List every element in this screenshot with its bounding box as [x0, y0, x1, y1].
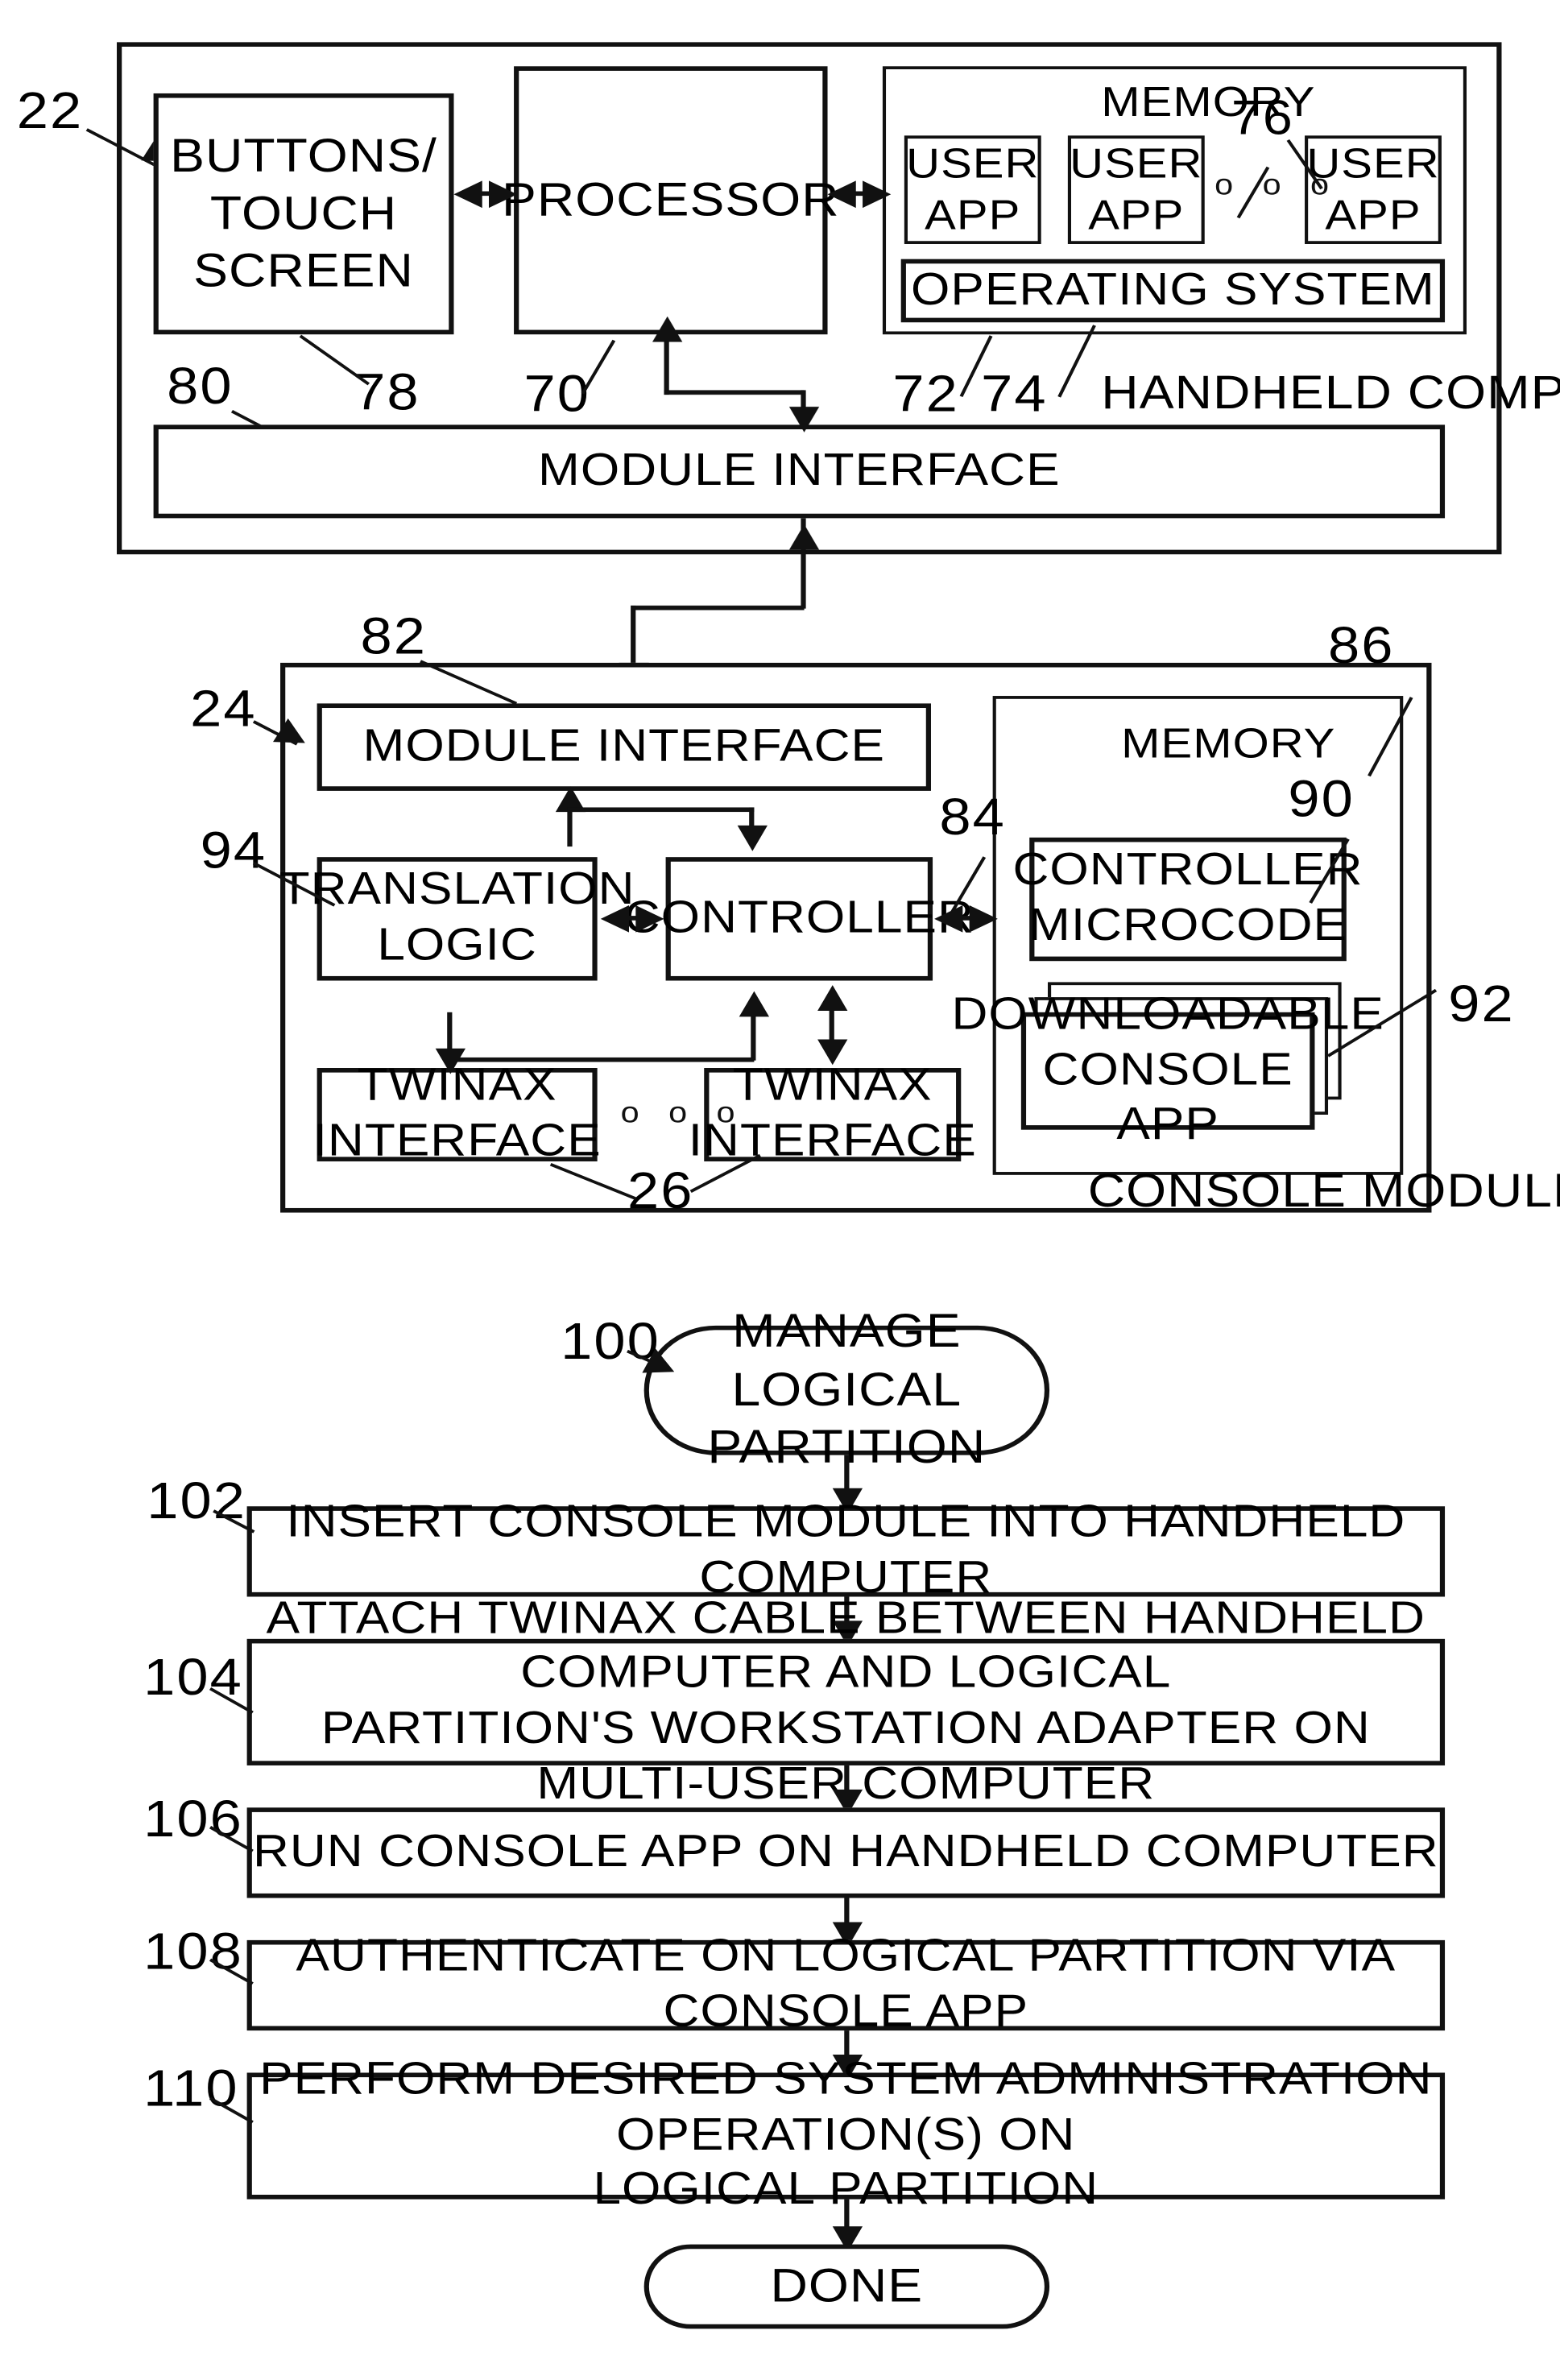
proc-mi-seg-v1: [664, 338, 669, 395]
ref-100: 100: [561, 1313, 660, 1371]
controller-memory-arrow-left: [934, 905, 963, 933]
ref-90: 90: [1288, 771, 1355, 829]
downloadable-console-app-line2: CONSOLE APP: [1042, 1045, 1293, 1150]
ctrl-twinaxR-arrow-down: [817, 1039, 848, 1066]
user-app-2-line2: APP: [1088, 191, 1185, 238]
processor-memory-arrow-right: [863, 180, 892, 209]
buttons-processor-arrow-right: [488, 180, 518, 209]
downloadable-console-app-line1: DOWNLOADABLE: [951, 989, 1384, 1040]
fig2-fig3-link-h: [631, 605, 805, 611]
translation-logic-line1: TRANSLATION: [279, 865, 635, 916]
ref-26: 26: [627, 1162, 694, 1220]
handheld-computer-label: HANDHELD COMPUTER: [1101, 366, 1560, 419]
mi-controller-h: [567, 807, 755, 813]
ctrl-twinaxL-arrow-up: [739, 991, 770, 1017]
user-app-3-line2: APP: [1325, 191, 1421, 238]
ref-92: 92: [1448, 975, 1515, 1033]
ref-106: 106: [143, 1790, 243, 1848]
controller-microcode-line1: CONTROLLER: [1012, 845, 1363, 896]
ref-74: 74: [981, 366, 1048, 424]
translation-logic-block: TRANSLATION LOGIC: [279, 857, 635, 981]
ref-22: 22: [16, 82, 84, 140]
ref-84: 84: [939, 789, 1006, 847]
mi-controller-v-up: [567, 807, 573, 847]
translation-logic-line2: LOGIC: [377, 920, 537, 971]
ref-108: 108: [143, 1923, 243, 1981]
ref-86: 86: [1328, 617, 1395, 675]
proc-mi-arrow-up: [652, 316, 683, 342]
mi-controller-arrow-down: [737, 825, 768, 851]
flow-end-node: DONE: [643, 2244, 1050, 2329]
ref-110: 110: [143, 2060, 239, 2118]
controller-microcode-line2: MICROCODE: [1028, 900, 1348, 951]
module-interface-console-label: MODULE INTERFACE: [362, 721, 886, 772]
module-interface-block-handheld: MODULE INTERFACE: [153, 424, 1446, 519]
flow-step-108-text: AUTHENTICATE ON LOGICAL PARTITION VIA CO…: [296, 1931, 1397, 2037]
operating-system-block: OPERATING SYSTEM: [900, 259, 1446, 323]
flow-start-line1: MANAGE LOGICAL: [731, 1304, 962, 1416]
ref-70: 70: [523, 366, 591, 424]
user-app-block-2: USER APP: [1067, 135, 1205, 244]
ctrl-twinaxL-v-up: [751, 1012, 756, 1061]
controller-block: CONTROLLER: [624, 857, 974, 981]
controller-microcode-block: CONTROLLER MICROCODE: [1012, 837, 1363, 962]
buttons-processor-arrow-left: [453, 180, 482, 209]
controller-label: CONTROLLER: [623, 892, 974, 943]
module-interface-block-console: MODULE INTERFACE: [317, 703, 931, 791]
ref-78: 78: [354, 364, 420, 422]
controller-memory-arrow-right: [969, 905, 998, 933]
proc-mi-arrow-down: [788, 406, 820, 433]
flow-step-104: ATTACH TWINAX CABLE BETWEEN HANDHELD COM…: [246, 1593, 1446, 1808]
twinax-interface-block-left: TWINAX INTERFACE: [313, 1061, 601, 1165]
flow-step-106-text: RUN CONSOLE APP ON HANDHELD COMPUTER: [252, 1827, 1439, 1877]
flow-step-110-line1: PERFORM DESIRED SYSTEM ADMINISTRATION OP…: [259, 2055, 1433, 2160]
processor-memory-arrow-left: [827, 180, 856, 209]
user-app-1-line1: USER: [906, 139, 1040, 187]
processor-label: PROCESSOR: [501, 173, 840, 226]
ref-82: 82: [360, 608, 427, 666]
flow-step-104-line1: ATTACH TWINAX CABLE BETWEEN HANDHELD COM…: [266, 1593, 1426, 1699]
flow-step-106: RUN CONSOLE APP ON HANDHELD COMPUTER: [246, 1807, 1446, 1898]
ctrl-twinaxL-arrow-down: [435, 1048, 466, 1074]
flow-start-node: MANAGE LOGICAL PARTITION: [643, 1304, 1050, 1474]
ref-94: 94: [200, 822, 267, 880]
twinax-left-line2: INTERFACE: [312, 1115, 602, 1166]
ref-102: 102: [147, 1473, 247, 1531]
downloadable-console-app-block: DOWNLOADABLE CONSOLE APP: [951, 990, 1383, 1150]
twinax-right-line1: TWINAX: [732, 1061, 933, 1111]
user-app-1-line2: APP: [925, 191, 1021, 238]
buttons-touch-screen-label-line1: BUTTONS/: [170, 130, 437, 183]
console-memory-label: MEMORY: [1121, 719, 1336, 767]
twinax-ellipsis: o o o: [620, 1096, 745, 1130]
fig2-fig3-arrow-up: [788, 524, 820, 550]
proc-mi-seg-h: [664, 390, 805, 395]
flow-step-110: PERFORM DESIRED SYSTEM ADMINISTRATION OP…: [246, 2055, 1446, 2215]
tl-controller-arrow-right: [635, 905, 664, 933]
flow-step-102-text: INSERT CONSOLE MODULE INTO HANDHELD COMP…: [286, 1497, 1406, 1603]
user-app-block-1: USER APP: [904, 135, 1041, 244]
flow-end-label: DONE: [770, 2258, 924, 2312]
ref-72: 72: [892, 366, 959, 424]
ctrl-twinaxR-arrow-up: [817, 985, 848, 1011]
console-module-label: CONSOLE MODULE: [1087, 1164, 1560, 1218]
flow-step-102: INSERT CONSOLE MODULE INTO HANDHELD COMP…: [246, 1498, 1446, 1603]
ctrl-twinaxL-h: [447, 1057, 755, 1062]
user-app-2-line1: USER: [1070, 139, 1203, 187]
tl-controller-arrow-left: [600, 905, 630, 933]
ref-24: 24: [190, 681, 257, 739]
module-interface-handheld-label: MODULE INTERFACE: [538, 445, 1061, 495]
flow-step-108: AUTHENTICATE ON LOGICAL PARTITION VIA CO…: [246, 1931, 1446, 2037]
buttons-touch-screen-label-line2: TOUCH SCREEN: [193, 187, 414, 297]
processor-block: PROCESSOR: [502, 66, 839, 335]
buttons-touch-screen-block: BUTTONS/ TOUCH SCREEN: [153, 93, 454, 335]
ref-76: 76: [1231, 90, 1294, 145]
ref-80: 80: [167, 358, 234, 416]
patent-figure-sheet: 22 BUTTONS/ TOUCH SCREEN PROCESSOR MEMOR…: [0, 0, 1560, 2380]
operating-system-label: OPERATING SYSTEM: [910, 264, 1435, 315]
